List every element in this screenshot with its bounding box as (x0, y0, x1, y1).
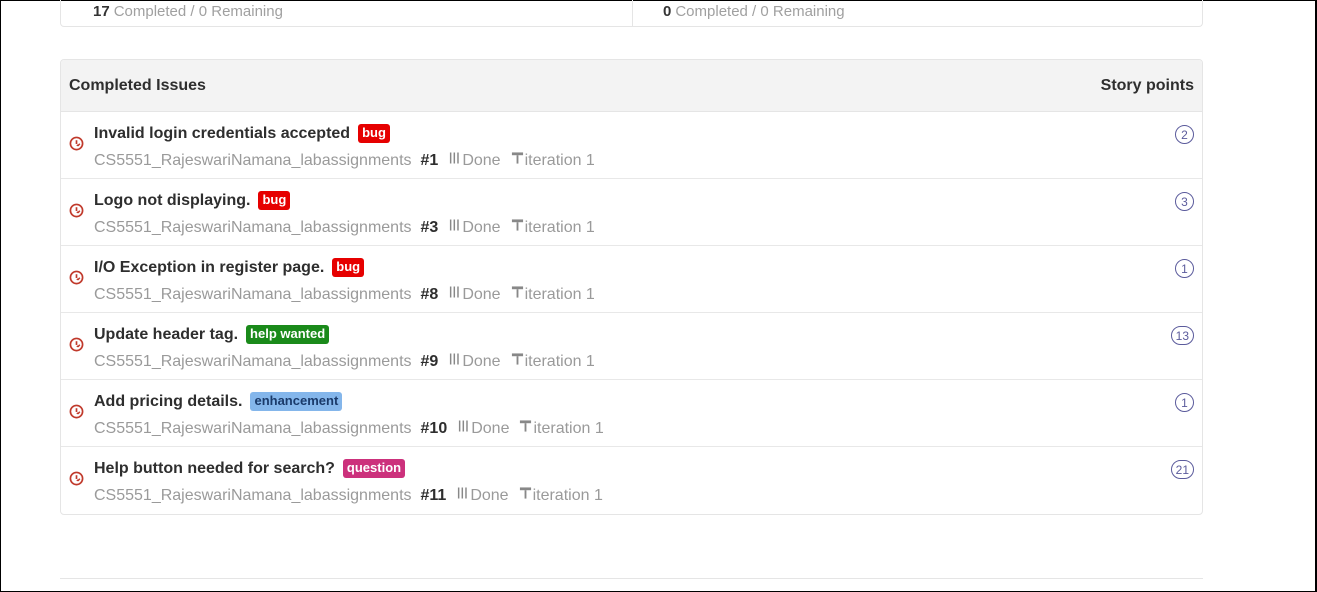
issue-repo: CS5551_RajeswariNamana_labassignments (94, 151, 412, 169)
issue-iteration: iteration 1 (524, 218, 595, 236)
milestone-icon (511, 352, 524, 371)
issue-status: Done (462, 285, 501, 303)
issue-title-line: Add pricing details. enhancement (94, 392, 343, 411)
issue-iteration: iteration 1 (533, 419, 604, 437)
issue-title-line: Invalid login credentials accepted bug (94, 124, 390, 143)
issue-repo: CS5551_RajeswariNamana_labassignments (94, 218, 412, 236)
story-points-badge: 2 (1175, 125, 1194, 144)
issue-label[interactable]: enhancement (250, 392, 343, 411)
issue-number[interactable]: #8 (421, 286, 439, 304)
story-points-badge: 1 (1175, 259, 1194, 278)
summary-count: 0 (663, 2, 672, 20)
milestone-icon (519, 486, 532, 505)
summary-cell-left: 17 Completed / 0 Remaining (61, 0, 632, 26)
issue-title-line: Update header tag. help wanted (94, 325, 330, 344)
issue-label[interactable]: help wanted (246, 325, 330, 344)
summary-text: Completed / 0 Remaining (113, 2, 283, 20)
issue-number[interactable]: #3 (421, 219, 439, 237)
issue-title-line: Help button needed for search? question (94, 459, 406, 478)
issue-repo: CS5551_RajeswariNamana_labassignments (94, 285, 412, 303)
milestone-icon (511, 151, 524, 170)
story-points-header: Story points (1100, 76, 1194, 94)
closed-issue-icon (69, 203, 84, 218)
issue-title[interactable]: Help button needed for search? (94, 460, 335, 478)
issue-number[interactable]: #10 (421, 420, 448, 438)
issue-number[interactable]: #1 (421, 152, 439, 170)
issue-title[interactable]: Add pricing details. (94, 393, 242, 411)
summary-count: 17 (93, 2, 110, 20)
issue-title[interactable]: I/O Exception in register page. (94, 259, 324, 277)
closed-issue-icon (69, 270, 84, 285)
issue-label[interactable]: bug (332, 258, 365, 277)
story-points-badge: 13 (1170, 326, 1194, 345)
pipeline-column-icon (449, 218, 460, 237)
issue-meta: CS5551_RajeswariNamana_labassignments #3 D… (94, 218, 595, 237)
issue-repo: CS5551_RajeswariNamana_labassignments (94, 419, 412, 437)
milestone-icon (511, 285, 524, 304)
issue-iteration: iteration 1 (524, 151, 595, 169)
issue-label[interactable]: bug (258, 191, 291, 210)
issue-status: Done (471, 419, 510, 437)
issue-row[interactable]: Invalid login credentials accepted bug CS5… (61, 112, 1202, 179)
issue-list: Invalid login credentials accepted bug CS5… (61, 112, 1202, 513)
story-points-badge: 1 (1175, 393, 1194, 412)
issue-status: Done (462, 151, 501, 169)
issue-repo: CS5551_RajeswariNamana_labassignments (94, 486, 412, 504)
issue-meta: CS5551_RajeswariNamana_labassignments #10… (94, 419, 604, 438)
pipeline-column-icon (449, 352, 460, 371)
issue-title[interactable]: Logo not displaying. (94, 192, 250, 210)
issue-label[interactable]: bug (358, 124, 390, 143)
panel-header: Completed Issues Story points (61, 60, 1202, 112)
issue-title[interactable]: Update header tag. (94, 326, 238, 344)
milestone-icon (511, 218, 524, 237)
issue-row[interactable]: I/O Exception in register page. bug CS5551… (61, 246, 1202, 313)
pipeline-column-icon (449, 151, 460, 170)
issue-number[interactable]: #11 (421, 487, 447, 505)
issue-meta: CS5551_RajeswariNamana_labassignments #1 D… (94, 151, 595, 170)
closed-issue-icon (69, 404, 84, 419)
pipeline-column-icon (449, 285, 460, 304)
issue-meta: CS5551_RajeswariNamana_labassignments #8 D… (94, 285, 595, 304)
issue-repo: CS5551_RajeswariNamana_labassignments (94, 352, 412, 370)
issue-iteration: iteration 1 (532, 486, 603, 504)
story-points-badge: 21 (1170, 460, 1194, 479)
issue-status: Done (462, 218, 501, 236)
pipeline-column-icon (458, 419, 469, 438)
completed-issues-panel: Completed Issues Story points Invalid lo… (60, 59, 1203, 515)
closed-issue-icon (69, 471, 84, 486)
milestone-icon (519, 419, 532, 438)
panel-title: Completed Issues (69, 76, 206, 94)
story-points-badge: 3 (1175, 192, 1194, 211)
summary-panel: 17 Completed / 0 Remaining 0 Completed /… (60, 0, 1203, 27)
issue-status: Done (470, 486, 509, 504)
summary-text: Completed / 0 Remaining (675, 2, 845, 20)
issue-title-line: I/O Exception in register page. bug (94, 258, 365, 277)
closed-issue-icon (69, 136, 84, 151)
issue-meta: CS5551_RajeswariNamana_labassignments #9 D… (94, 352, 595, 371)
issue-iteration: iteration 1 (524, 285, 595, 303)
issue-row[interactable]: Logo not displaying. bug CS5551_RajeswariN… (61, 179, 1202, 246)
issue-meta: CS5551_RajeswariNamana_labassignments #11… (94, 486, 603, 505)
issue-row[interactable]: Add pricing details. enhancement CS5551_Ra… (61, 380, 1202, 447)
issue-title-line: Logo not displaying. bug (94, 191, 291, 210)
summary-cell-right: 0 Completed / 0 Remaining (632, 0, 1202, 26)
pipeline-column-icon (457, 486, 468, 505)
issue-row[interactable]: Update header tag. help wanted CS5551_Raje… (61, 313, 1202, 380)
closed-issue-icon (69, 337, 84, 352)
issue-iteration: iteration 1 (524, 352, 595, 370)
divider (60, 578, 1203, 579)
issue-row[interactable]: Help button needed for search? question CS… (61, 447, 1202, 513)
issue-status: Done (462, 352, 501, 370)
issue-number[interactable]: #9 (421, 353, 439, 371)
issue-title[interactable]: Invalid login credentials accepted (94, 125, 350, 143)
issue-label[interactable]: question (342, 459, 406, 478)
